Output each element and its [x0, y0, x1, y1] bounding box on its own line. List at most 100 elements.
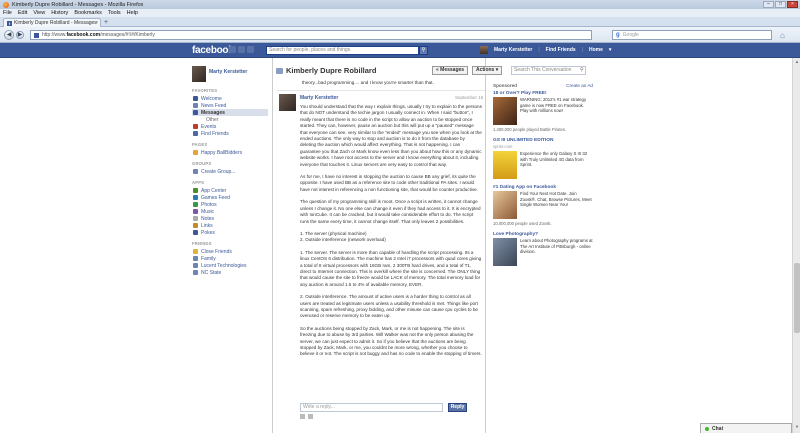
ad-art-institute[interactable]: Love Photography? Learn about Photograph…	[493, 232, 593, 266]
ad-image[interactable]	[493, 97, 517, 125]
ad-text: WARNING: 2012's #1 war strategy game is …	[520, 97, 587, 114]
new-tab-button[interactable]: +	[104, 19, 108, 26]
ad-image[interactable]	[493, 238, 517, 266]
reply-attachments	[300, 414, 313, 419]
friend-requests-icon[interactable]	[229, 46, 236, 53]
menu-tools[interactable]: Tools	[108, 10, 121, 16]
sidebar-item-messages[interactable]: Messages	[192, 109, 268, 116]
chat-bar[interactable]: Chat	[700, 423, 792, 433]
message-paragraph: The question of my programming skill is …	[300, 199, 481, 224]
tab-close-icon[interactable]: ×	[95, 20, 98, 26]
close-window-button[interactable]: ×	[787, 1, 798, 8]
sidebar-item-family[interactable]: Family	[192, 255, 268, 262]
work-list-icon	[193, 263, 198, 268]
sidebar-item-app-center[interactable]: App Center	[192, 187, 268, 194]
news-feed-icon	[193, 103, 198, 108]
url-bar[interactable]: http://www. facebook.com/messages/#!/#/Ki…	[30, 30, 592, 40]
links-icon	[193, 223, 198, 228]
tab-facebook-messages[interactable]: f Kimberly Dupre Robillard - Messages ×	[3, 18, 101, 27]
find-friends-icon	[193, 131, 198, 136]
back-to-messages-button[interactable]: « Messages	[432, 66, 469, 75]
home-link[interactable]: Home	[589, 47, 603, 53]
actions-dropdown-button[interactable]: Actions ▾	[472, 66, 503, 75]
facebook-logo[interactable]: facebook	[192, 45, 234, 56]
page-scrollbar[interactable]: ▲ ▼	[792, 58, 800, 433]
attach-file-icon[interactable]	[300, 414, 305, 419]
sidebar-item-other[interactable]: Other	[192, 116, 268, 123]
ad-title[interactable]: Love Photography?	[493, 232, 593, 237]
message-paragraph: You should understand that the way I exp…	[300, 104, 482, 167]
menu-edit[interactable]: Edit	[18, 10, 27, 16]
camera-icon[interactable]	[308, 414, 313, 419]
ad-title[interactable]: 18 or Over? Play FREE!	[493, 91, 593, 96]
header-avatar[interactable]	[480, 46, 488, 54]
scroll-down-arrow-icon[interactable]: ▼	[794, 424, 800, 430]
search-conversation-icon[interactable]: ⚲	[580, 67, 584, 73]
scrollbar-thumb[interactable]	[794, 263, 800, 333]
sidebar-item-welcome[interactable]: Welcome	[192, 95, 268, 102]
sponsored-header: Sponsored Create an Ad	[493, 83, 593, 88]
message-author-avatar[interactable]	[279, 94, 296, 111]
sidebar-item-create-group[interactable]: Create Group...	[192, 168, 268, 175]
notifications-icon[interactable]	[247, 46, 254, 53]
ad-battle-pirates[interactable]: 18 or Over? Play FREE! WARNING: 2012's #…	[493, 91, 593, 132]
sidebar-item-pokes[interactable]: Pokes	[192, 229, 268, 236]
find-friends-link[interactable]: Find Friends	[546, 47, 576, 53]
forward-button[interactable]: ▶	[16, 31, 24, 39]
sidebar-profile[interactable]: Marty Kerstetter	[192, 66, 268, 82]
ad-url: sprint.com	[493, 144, 513, 149]
sidebar-item-close-friends[interactable]: Close Friends	[192, 248, 268, 255]
online-status-icon	[705, 426, 709, 431]
message-paragraph: 1. The server (physical machine) 2. Outs…	[300, 230, 386, 243]
facebook-search-input[interactable]: Search for people, places and things	[266, 46, 419, 55]
site-identity-icon[interactable]	[34, 32, 39, 38]
reply-input[interactable]: Write a reply...	[300, 403, 443, 412]
google-icon[interactable]: g	[616, 32, 620, 38]
favorites-heading: FAVORITES	[192, 88, 218, 93]
ad-sprint[interactable]: GS III UNLIMITED EDITION sprint.com Expe…	[493, 138, 593, 179]
reply-button[interactable]: Reply	[448, 403, 467, 412]
menu-file[interactable]: File	[3, 10, 12, 16]
facebook-favicon-icon: f	[7, 20, 12, 26]
right-column-ads: Sponsored Create an Ad 18 or Over? Play …	[493, 83, 593, 272]
ad-title[interactable]: #1 Dating App on Facebook	[493, 185, 593, 190]
message-author-name[interactable]: Marty Kerstetter	[300, 95, 338, 101]
sidebar-item-happy-ballbidders[interactable]: Happy BallBidders	[192, 149, 268, 156]
games-feed-icon	[193, 195, 198, 200]
minimize-button[interactable]: –	[763, 1, 774, 8]
browser-search-input[interactable]: g Google	[612, 30, 772, 40]
menu-help[interactable]: Help	[127, 10, 138, 16]
profile-name[interactable]: Marty Kerstetter	[209, 69, 247, 75]
maximize-button[interactable]: □	[775, 1, 786, 8]
sidebar-item-lucent-technologies[interactable]: Lucent Technologies	[192, 262, 268, 269]
facebook-search-button[interactable]: ⚲	[419, 46, 428, 55]
sidebar-item-music[interactable]: Music	[192, 208, 268, 215]
sidebar-item-nc-state[interactable]: NC State	[192, 269, 268, 276]
ad-zoosk[interactable]: #1 Dating App on Facebook Find Your Next…	[493, 185, 593, 226]
create-ad-link[interactable]: Create an Ad	[566, 83, 593, 88]
sidebar-item-events[interactable]: Events	[192, 123, 268, 130]
scroll-up-arrow-icon[interactable]: ▲	[794, 59, 800, 65]
menu-bookmarks[interactable]: Bookmarks	[74, 10, 102, 16]
url-path: /messages/#!/#/Kimberly	[100, 32, 155, 38]
ad-image[interactable]	[493, 151, 517, 179]
ad-title[interactable]: GS III UNLIMITED EDITION	[493, 138, 593, 143]
sidebar-item-notes[interactable]: Notes	[192, 215, 268, 222]
home-icon[interactable]: ⌂	[780, 31, 785, 40]
ad-image[interactable]	[493, 191, 517, 219]
menu-view[interactable]: View	[33, 10, 45, 16]
search-conversation-input[interactable]: Search This Conversation	[511, 66, 586, 75]
window-title: Kimberly Dupre Robillard - Messages - Mo…	[12, 1, 144, 8]
header-user-name[interactable]: Marty Kerstetter	[494, 47, 532, 53]
sidebar-item-links[interactable]: Links	[192, 222, 268, 229]
friends-heading: FRIENDS	[192, 241, 212, 246]
sidebar-item-news-feed[interactable]: News Feed	[192, 102, 268, 109]
profile-avatar[interactable]	[192, 66, 206, 82]
sidebar-item-photos[interactable]: Photos	[192, 201, 268, 208]
sidebar-item-games-feed[interactable]: Games Feed	[192, 194, 268, 201]
back-button[interactable]: ◀	[4, 30, 14, 40]
account-menu-chevron-icon[interactable]: ▾	[609, 47, 612, 53]
sidebar-item-find-friends[interactable]: Find Friends	[192, 130, 268, 137]
menu-history[interactable]: History	[51, 10, 68, 16]
messages-jewel-icon[interactable]	[238, 46, 245, 53]
